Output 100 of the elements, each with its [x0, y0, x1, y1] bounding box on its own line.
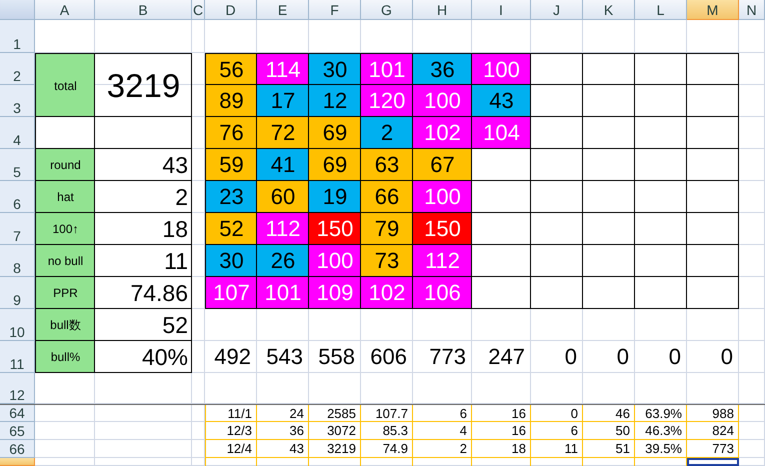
row-header[interactable]: 6 — [0, 181, 35, 213]
row-header[interactable]: 64 — [0, 404, 35, 422]
column-header[interactable]: L — [635, 0, 687, 20]
score-cell: 56 — [205, 53, 257, 85]
table-cell: 0 — [531, 404, 583, 422]
row-header[interactable]: 11 — [0, 341, 35, 373]
empty-cell — [687, 149, 739, 181]
column-total: 773 — [428, 343, 467, 371]
table-cell: 16 — [472, 404, 531, 422]
score-cell: 79 — [361, 213, 413, 245]
score-cell: 112 — [413, 245, 472, 277]
table-cell: 50 — [583, 422, 635, 440]
score-cell: 23 — [205, 181, 257, 213]
score-cell: 100 — [472, 53, 531, 85]
stat-label: total — [35, 53, 95, 117]
table-cell: 824 — [687, 422, 739, 440]
row-header[interactable]: 7 — [0, 213, 35, 245]
row-header[interactable]: 9 — [0, 277, 35, 309]
table-cell: 51 — [583, 440, 635, 458]
score-cell: 89 — [205, 85, 257, 117]
column-header[interactable]: A — [35, 0, 95, 20]
score-cell: 102 — [413, 117, 472, 149]
stat-label: 100↑ — [35, 213, 95, 245]
row-header[interactable]: 2 — [0, 53, 35, 85]
score-cell: 150 — [413, 213, 472, 245]
stat-label: no bull — [35, 245, 95, 277]
row-header[interactable]: 10 — [0, 309, 35, 341]
table-cell: 12/4 — [205, 440, 257, 458]
score-cell: 43 — [472, 85, 531, 117]
table-cell: 6 — [413, 404, 472, 422]
column-header[interactable]: D — [205, 0, 257, 20]
column-header[interactable]: H — [413, 0, 472, 20]
table-cell: 11 — [531, 440, 583, 458]
column-total: 606 — [369, 343, 408, 371]
column-total: 543 — [265, 343, 304, 371]
empty-cell — [635, 85, 687, 117]
row-header[interactable]: 1 — [0, 20, 35, 53]
column-header[interactable]: J — [531, 0, 583, 20]
empty-cell — [687, 85, 739, 117]
score-cell: 30 — [205, 245, 257, 277]
empty-cell — [583, 149, 635, 181]
empty-cell — [687, 117, 739, 149]
score-cell: 2 — [361, 117, 413, 149]
table-cell: 63.9% — [635, 404, 687, 422]
table-cell: 107.7 — [361, 404, 413, 422]
empty-cell — [531, 181, 583, 213]
stat-label: bull% — [35, 341, 95, 373]
column-header[interactable]: B — [95, 0, 192, 20]
empty-cell — [583, 181, 635, 213]
score-cell: 30 — [309, 53, 361, 85]
empty-cell — [531, 213, 583, 245]
column-header[interactable]: F — [309, 0, 361, 20]
row-header[interactable] — [0, 458, 35, 466]
empty-cell — [635, 117, 687, 149]
table-cell: 6 — [531, 422, 583, 440]
stat-label: hat — [35, 181, 95, 213]
score-cell: 26 — [257, 245, 309, 277]
column-header[interactable]: N — [739, 0, 765, 20]
row-header[interactable]: 3 — [0, 85, 35, 117]
table-cell: 46 — [583, 404, 635, 422]
table-cell: 12/3 — [205, 422, 257, 440]
score-cell: 107 — [205, 277, 257, 309]
score-cell: 66 — [361, 181, 413, 213]
score-cell: 120 — [361, 85, 413, 117]
empty-cell — [583, 117, 635, 149]
column-total: 492 — [213, 343, 252, 371]
column-total: 247 — [487, 343, 526, 371]
row-header[interactable]: 65 — [0, 422, 35, 440]
score-cell: 19 — [309, 181, 361, 213]
column-header[interactable]: I — [472, 0, 531, 20]
column-header[interactable]: G — [361, 0, 413, 20]
empty-cell — [635, 53, 687, 85]
score-cell: 109 — [309, 277, 361, 309]
select-all-corner[interactable] — [0, 0, 35, 20]
stat-value: 43 — [95, 149, 192, 181]
column-total: 0 — [668, 343, 682, 371]
column-header[interactable]: E — [257, 0, 309, 20]
row-header[interactable]: 4 — [0, 117, 35, 149]
table-cell: 24 — [257, 404, 309, 422]
table-cell: 18 — [472, 440, 531, 458]
active-cell[interactable] — [687, 458, 739, 466]
column-total: 0 — [616, 343, 630, 371]
score-cell: 101 — [257, 277, 309, 309]
score-cell: 76 — [205, 117, 257, 149]
column-header[interactable]: M — [687, 0, 739, 20]
row-header[interactable]: 5 — [0, 149, 35, 181]
row-header[interactable]: 66 — [0, 440, 35, 458]
table-cell: 11/1 — [205, 404, 257, 422]
empty-cell — [583, 245, 635, 277]
column-header[interactable]: C — [192, 0, 205, 20]
stat-value: 3219 — [95, 53, 192, 117]
column-header[interactable]: K — [583, 0, 635, 20]
row-header[interactable]: 12 — [0, 373, 35, 404]
empty-cell — [531, 245, 583, 277]
score-cell: 59 — [205, 149, 257, 181]
table-cell: 36 — [257, 422, 309, 440]
score-cell: 67 — [413, 149, 472, 181]
empty-cell — [635, 213, 687, 245]
row-header[interactable]: 8 — [0, 245, 35, 277]
table-cell: 74.9 — [361, 440, 413, 458]
